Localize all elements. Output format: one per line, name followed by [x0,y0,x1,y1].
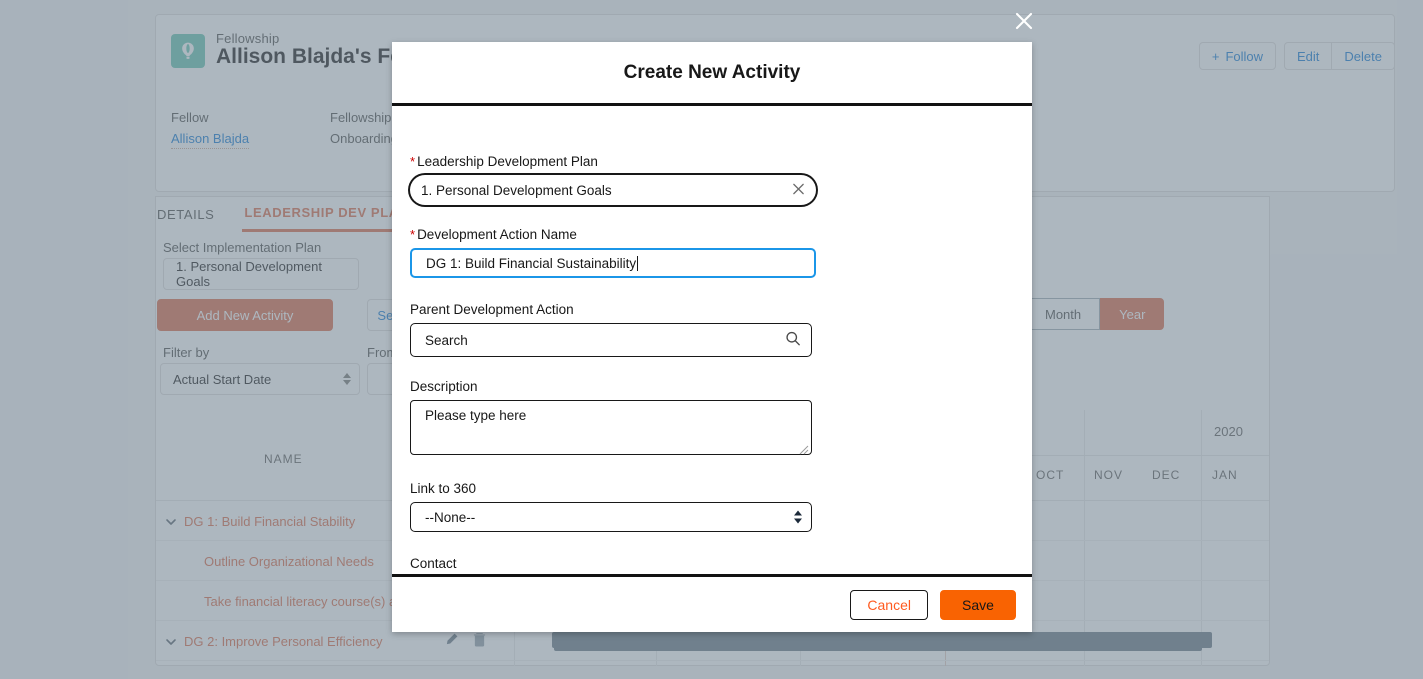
field-link-to-360-label: Link to 360 [410,481,477,496]
field-development-action-name: * Development Action Name DG 1: Build Fin… [410,227,1014,278]
link-to-360-value: --None-- [425,509,476,525]
development-action-name-input[interactable]: DG 1: Build Financial Sustainability [410,248,816,278]
dialog-header: Create New Activity [392,42,1032,106]
field-contact: Contact Search [410,556,1014,574]
search-icon[interactable] [785,331,801,350]
field-development-action-name-label: * Development Action Name [410,227,577,242]
dialog-body: * Leadership Development Plan 1. Personal… [392,106,1032,574]
description-placeholder: Please type here [425,408,527,423]
cancel-button[interactable]: Cancel [850,589,928,620]
description-textarea[interactable]: Please type here [410,400,812,455]
parent-development-action-placeholder: Search [425,332,468,348]
chevron-updown-icon[interactable] [794,510,802,524]
required-asterisk: * [410,154,416,169]
field-description: Description Please type here [410,379,1014,455]
screen: Fellowship Allison Blajda's Fellowship +… [0,0,1423,679]
leadership-development-plan-combobox[interactable]: 1. Personal Development Goals [410,175,816,205]
dialog-title: Create New Activity [623,61,801,83]
development-action-name-value: DG 1: Build Financial Sustainability [426,255,637,271]
required-asterisk: * [410,227,416,242]
field-link-to-360: Link to 360 --None-- [410,481,1014,532]
create-new-activity-dialog: Create New Activity * Leadership Developm… [392,42,1032,632]
save-button[interactable]: Save [940,589,1016,620]
parent-development-action-search[interactable]: Search [410,323,812,357]
field-leadership-development-plan-label: * Leadership Development Plan [410,154,598,169]
resize-grip-icon[interactable] [799,443,809,455]
close-icon[interactable] [1011,8,1037,34]
field-leadership-development-plan: * Leadership Development Plan 1. Personal… [410,154,1014,205]
close-icon[interactable] [792,183,805,198]
field-parent-development-action: Parent Development Action Search [410,302,1014,357]
field-contact-label: Contact [410,556,457,571]
leadership-development-plan-value: 1. Personal Development Goals [421,182,612,198]
link-to-360-select[interactable]: --None-- [410,502,812,532]
field-parent-development-action-label: Parent Development Action [410,302,574,317]
field-description-label: Description [410,379,478,394]
dialog-footer: Cancel Save [392,574,1032,632]
